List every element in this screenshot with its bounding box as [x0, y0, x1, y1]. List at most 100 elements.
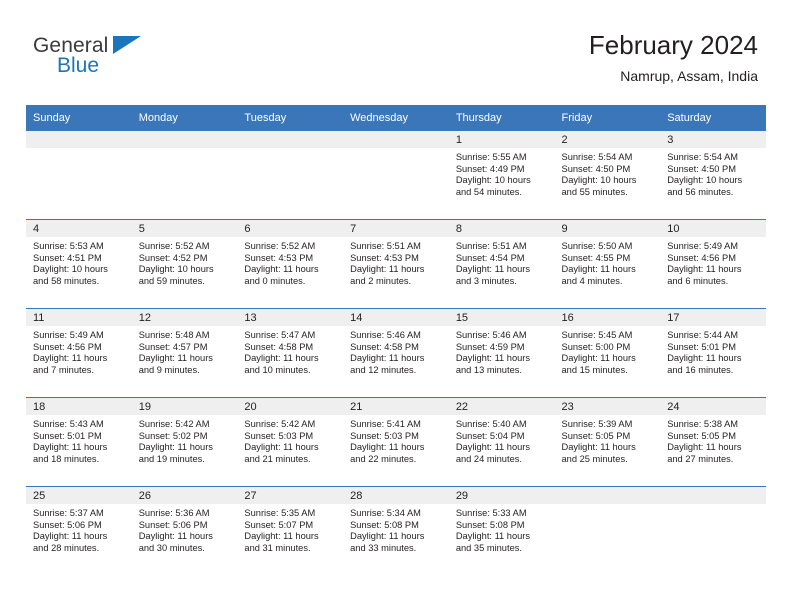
day-cell-inner [343, 131, 449, 219]
sunset-text: Sunset: 5:05 PM [667, 430, 736, 441]
generalblue-logo[interactable]: General Blue [33, 34, 213, 80]
calendar-day-cell[interactable]: 14 Sunrise: 5:46 AM Sunset: 4:58 PM Dayligh… [343, 308, 449, 398]
daylight-text-line1: Daylight: 10 hours [138, 264, 214, 275]
day-number: 2 [554, 131, 661, 148]
daylight-text-line1: Daylight: 11 hours [138, 353, 213, 364]
calendar-day-cell[interactable]: 24 Sunrise: 5:38 AM Sunset: 5:05 PM Dayligh… [660, 397, 766, 487]
sunset-text: Sunset: 4:56 PM [667, 252, 736, 263]
sunrise-text: Sunrise: 5:37 AM [33, 508, 104, 518]
day-cell-inner: 5 Sunrise: 5:52 AM Sunset: 4:52 PM Daylight… [131, 220, 238, 308]
day-cell-inner: 7 Sunrise: 5:51 AM Sunset: 4:53 PM Daylight… [343, 220, 449, 308]
sunset-text: Sunset: 4:51 PM [33, 252, 102, 263]
daylight-text-line1: Daylight: 11 hours [244, 531, 319, 542]
day-number: 17 [660, 309, 766, 326]
day-cell-inner: 19 Sunrise: 5:42 AM Sunset: 5:02 PM Dayligh… [131, 398, 238, 486]
sunset-text: Sunset: 5:06 PM [33, 519, 102, 530]
calendar-day-cell[interactable]: 16 Sunrise: 5:45 AM Sunset: 5:00 PM Dayligh… [554, 308, 661, 398]
calendar-day-cell[interactable]: 28 Sunrise: 5:34 AM Sunset: 5:08 PM Dayligh… [343, 487, 449, 576]
sunrise-text: Sunrise: 5:49 AM [33, 330, 104, 340]
calendar-day-cell[interactable]: 15 Sunrise: 5:46 AM Sunset: 4:59 PM Dayligh… [448, 308, 555, 398]
day-number: 29 [448, 487, 555, 504]
day-cell-inner: 2 Sunrise: 5:54 AM Sunset: 4:50 PM Daylight… [554, 131, 661, 219]
calendar-day-cell[interactable]: 22 Sunrise: 5:40 AM Sunset: 5:04 PM Dayligh… [448, 397, 555, 487]
day-details [555, 504, 661, 508]
daylight-text-line2: and 7 minutes. [33, 364, 94, 375]
calendar-day-cell[interactable]: 26 Sunrise: 5:36 AM Sunset: 5:06 PM Dayligh… [131, 487, 238, 576]
calendar-day-cell[interactable] [660, 487, 766, 576]
day-details: Sunrise: 5:52 AM Sunset: 4:52 PM Daylight:… [132, 237, 238, 287]
calendar-day-cell[interactable]: 3 Sunrise: 5:54 AM Sunset: 4:50 PM Daylight… [660, 131, 766, 220]
calendar-day-cell[interactable]: 13 Sunrise: 5:47 AM Sunset: 4:58 PM Dayligh… [237, 308, 344, 398]
daylight-text-line2: and 6 minutes. [667, 275, 729, 286]
day-number: 21 [343, 398, 449, 415]
sunrise-text: Sunrise: 5:45 AM [561, 330, 633, 340]
daylight-text-line1: Daylight: 11 hours [350, 264, 425, 275]
day-details: Sunrise: 5:34 AM Sunset: 5:08 PM Daylight:… [343, 504, 449, 554]
calendar-day-cell[interactable]: 2 Sunrise: 5:54 AM Sunset: 4:50 PM Daylight… [554, 131, 661, 220]
daylight-text-line1: Daylight: 11 hours [244, 353, 319, 364]
location-subtitle: Namrup, Assam, India [620, 68, 758, 84]
daylight-text-line2: and 25 minutes. [561, 453, 628, 464]
calendar-day-cell[interactable]: 9 Sunrise: 5:50 AM Sunset: 4:55 PM Daylight… [554, 219, 661, 309]
calendar-day-cell[interactable]: 21 Sunrise: 5:41 AM Sunset: 5:03 PM Dayligh… [343, 397, 449, 487]
day-details [237, 148, 343, 152]
day-details [26, 148, 132, 152]
day-cell-inner: 22 Sunrise: 5:40 AM Sunset: 5:04 PM Dayligh… [448, 398, 555, 486]
daylight-text-line2: and 12 minutes. [350, 364, 417, 375]
weekday-header-thursday: Thursday [448, 105, 555, 131]
sunrise-text: Sunrise: 5:41 AM [350, 419, 421, 429]
calendar-day-cell[interactable]: 6 Sunrise: 5:52 AM Sunset: 4:53 PM Daylight… [237, 219, 344, 309]
sunrise-text: Sunrise: 5:44 AM [667, 330, 739, 340]
calendar-day-cell[interactable]: 11 Sunrise: 5:49 AM Sunset: 4:56 PM Dayligh… [26, 308, 132, 398]
calendar-day-cell[interactable]: 12 Sunrise: 5:48 AM Sunset: 4:57 PM Dayligh… [131, 308, 238, 398]
calendar-day-cell[interactable]: 8 Sunrise: 5:51 AM Sunset: 4:54 PM Daylight… [448, 219, 555, 309]
day-cell-inner: 21 Sunrise: 5:41 AM Sunset: 5:03 PM Dayligh… [343, 398, 449, 486]
day-number: 22 [448, 398, 555, 415]
sunset-text: Sunset: 5:05 PM [561, 430, 631, 441]
day-details: Sunrise: 5:54 AM Sunset: 4:50 PM Daylight:… [660, 148, 766, 198]
daylight-text-line2: and 10 minutes. [244, 364, 311, 375]
day-number: 1 [448, 131, 555, 148]
calendar-day-cell[interactable]: 18 Sunrise: 5:43 AM Sunset: 5:01 PM Dayligh… [26, 397, 132, 487]
sunrise-text: Sunrise: 5:51 AM [455, 241, 527, 251]
calendar-day-cell[interactable]: 17 Sunrise: 5:44 AM Sunset: 5:01 PM Dayligh… [660, 308, 766, 398]
day-details: Sunrise: 5:39 AM Sunset: 5:05 PM Daylight:… [555, 415, 661, 465]
sunset-text: Sunset: 5:01 PM [33, 430, 102, 441]
calendar-day-cell[interactable]: 5 Sunrise: 5:52 AM Sunset: 4:52 PM Daylight… [131, 219, 238, 309]
calendar-day-cell[interactable] [343, 131, 449, 220]
day-details: Sunrise: 5:50 AM Sunset: 4:55 PM Daylight:… [555, 237, 661, 287]
daylight-text-line2: and 13 minutes. [455, 364, 522, 375]
daylight-text-line1: Daylight: 11 hours [350, 531, 425, 542]
sunset-text: Sunset: 4:57 PM [138, 341, 208, 352]
calendar-header-row: Sunday Monday Tuesday Wednesday Thursday… [26, 105, 766, 131]
calendar-day-cell[interactable]: 29 Sunrise: 5:33 AM Sunset: 5:08 PM Dayligh… [448, 487, 555, 576]
day-details: Sunrise: 5:40 AM Sunset: 5:04 PM Daylight:… [449, 415, 555, 465]
day-cell-inner: 4 Sunrise: 5:53 AM Sunset: 4:51 PM Daylight… [26, 220, 132, 308]
calendar-day-cell[interactable] [554, 487, 661, 576]
calendar-day-cell[interactable]: 20 Sunrise: 5:42 AM Sunset: 5:03 PM Dayligh… [237, 397, 344, 487]
calendar-day-cell[interactable]: 7 Sunrise: 5:51 AM Sunset: 4:53 PM Daylight… [343, 219, 449, 309]
daylight-text-line1: Daylight: 10 hours [33, 264, 108, 275]
day-cell-inner: 23 Sunrise: 5:39 AM Sunset: 5:05 PM Dayligh… [554, 398, 661, 486]
weekday-header-row: Sunday Monday Tuesday Wednesday Thursday… [26, 105, 766, 131]
day-number: 27 [237, 487, 344, 504]
daylight-text-line2: and 4 minutes. [561, 275, 623, 286]
sunset-text: Sunset: 5:07 PM [244, 519, 314, 530]
calendar-day-cell[interactable] [237, 131, 344, 220]
daylight-text-line2: and 0 minutes. [244, 275, 306, 286]
calendar-day-cell[interactable]: 1 Sunrise: 5:55 AM Sunset: 4:49 PM Daylight… [448, 131, 555, 220]
calendar-day-cell[interactable]: 23 Sunrise: 5:39 AM Sunset: 5:05 PM Dayligh… [554, 397, 661, 487]
day-cell-inner [26, 131, 132, 219]
calendar-day-cell[interactable]: 19 Sunrise: 5:42 AM Sunset: 5:02 PM Dayligh… [131, 397, 238, 487]
sunrise-text: Sunrise: 5:40 AM [455, 419, 527, 429]
sunset-text: Sunset: 4:59 PM [455, 341, 525, 352]
calendar-day-cell[interactable]: 4 Sunrise: 5:53 AM Sunset: 4:51 PM Daylight… [26, 219, 132, 309]
sunset-text: Sunset: 5:01 PM [667, 341, 736, 352]
daylight-text-line2: and 55 minutes. [561, 186, 628, 197]
calendar-day-cell[interactable]: 25 Sunrise: 5:37 AM Sunset: 5:06 PM Dayligh… [26, 487, 132, 576]
calendar-day-cell[interactable]: 10 Sunrise: 5:49 AM Sunset: 4:56 PM Dayligh… [660, 219, 766, 309]
calendar-day-cell[interactable]: 27 Sunrise: 5:35 AM Sunset: 5:07 PM Dayligh… [237, 487, 344, 576]
daylight-text-line1: Daylight: 11 hours [138, 442, 213, 453]
calendar-day-cell[interactable] [131, 131, 238, 220]
calendar-day-cell[interactable] [26, 131, 132, 220]
